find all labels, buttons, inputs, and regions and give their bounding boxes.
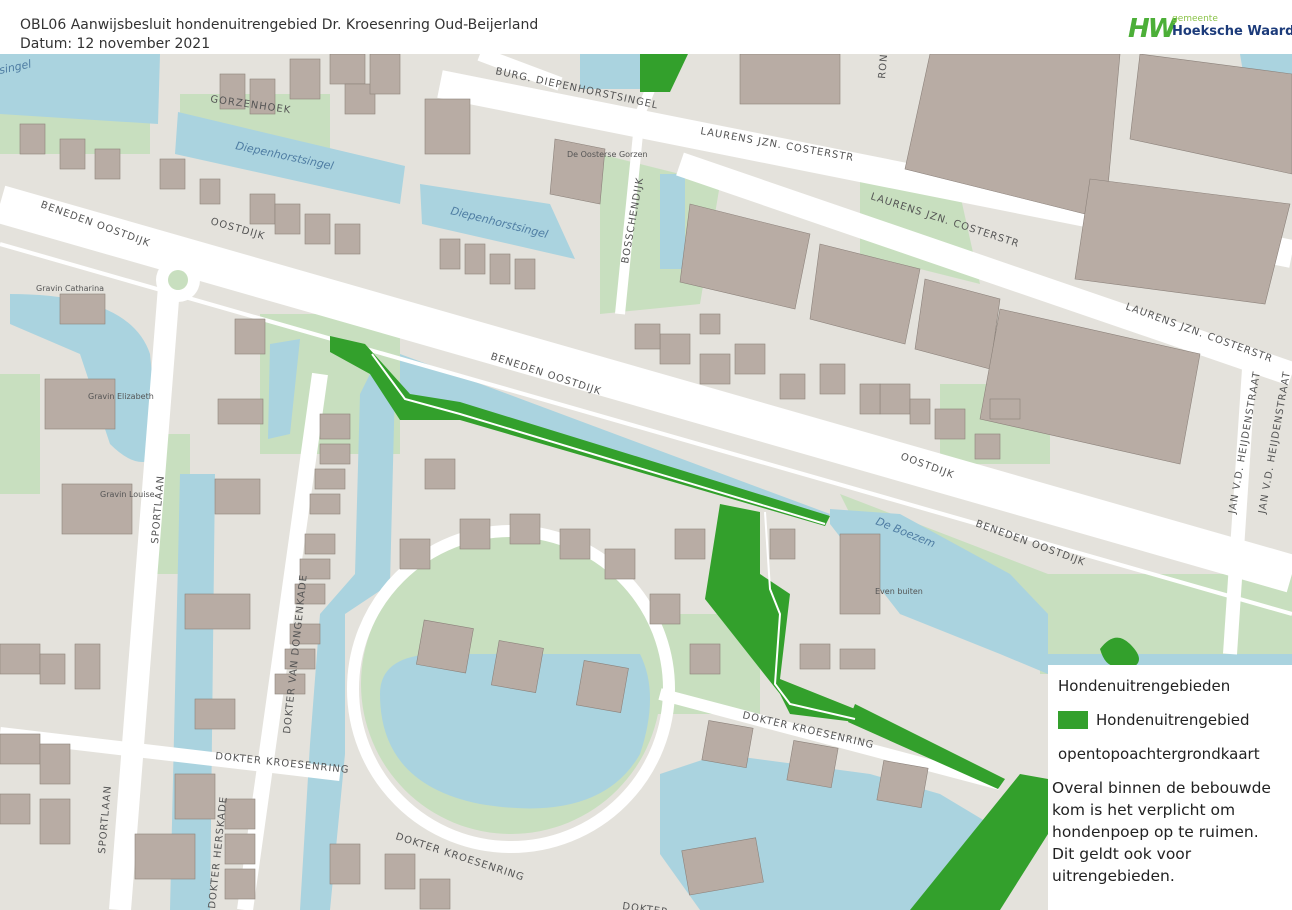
legend-panel: Hondenuitrengebieden Hondenuitrengebied … <box>1048 665 1292 910</box>
legend-item-label: Hondenuitrengebied <box>1096 711 1250 729</box>
map-date: Datum: 12 november 2021 <box>20 36 211 52</box>
place-label: Gravin Catharina <box>36 284 104 293</box>
place-label: Gravin Louise <box>100 490 155 499</box>
dog-area-swatch <box>1058 711 1088 729</box>
municipality-logo: HW gemeente Hoeksche Waard <box>1128 14 1292 44</box>
place-label: Even buiten <box>875 587 923 596</box>
place-label: Gravin Elizabeth <box>88 392 154 401</box>
logo-mark-text: HW <box>1128 14 1176 44</box>
map-header: OBL06 Aanwijsbesluit hondenuitrengebied … <box>0 0 1292 54</box>
logo-mark: HW <box>1128 14 1176 44</box>
roundabout-center <box>168 270 188 290</box>
legend-title: Hondenuitrengebieden <box>1058 677 1231 695</box>
logo-name: Hoeksche Waard <box>1172 24 1292 39</box>
map-title: OBL06 Aanwijsbesluit hondenuitrengebied … <box>20 17 539 33</box>
legend-layer-label: opentopoachtergrondkaart <box>1058 745 1260 763</box>
logo-prefix: gemeente <box>1172 14 1218 24</box>
legend-note: Overal binnen de bebouwde kom is het ver… <box>1052 779 1271 885</box>
place-label: De Oosterse Gorzen <box>567 150 648 159</box>
